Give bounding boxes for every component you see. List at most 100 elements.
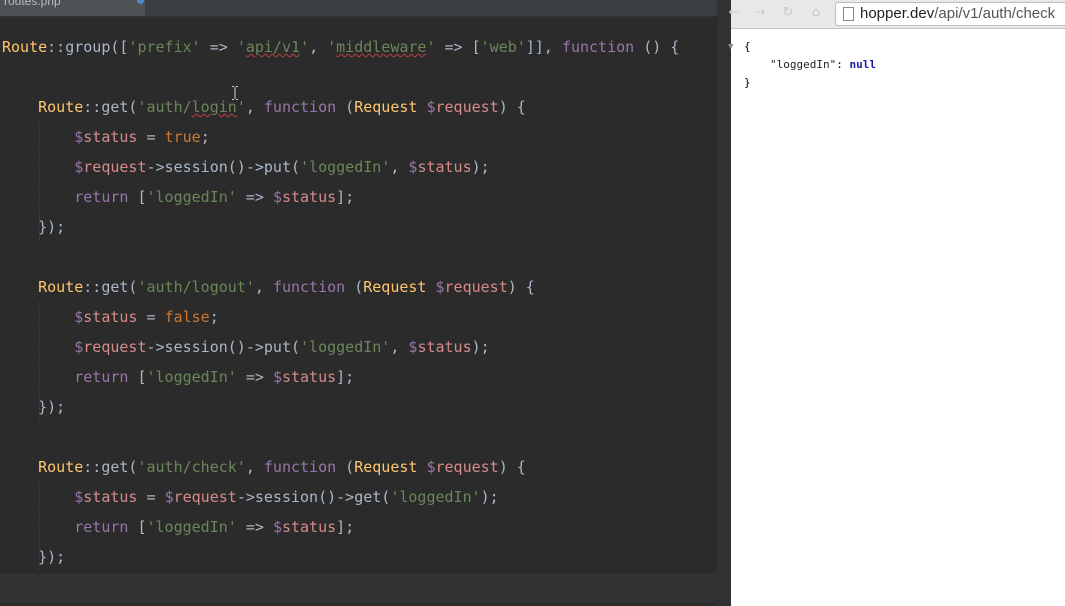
code-token: ' (327, 38, 337, 56)
code-token: , (390, 158, 409, 176)
code-token: login (191, 98, 237, 116)
code-token: false (164, 308, 210, 326)
code-token: ->session()->put( (146, 158, 301, 176)
code-token: request (83, 338, 147, 356)
code-token: 'loggedIn' (300, 338, 391, 356)
code-token: ); (471, 338, 490, 356)
code-token: () { (634, 38, 680, 56)
code-line[interactable]: return ['loggedIn' => $status]; (2, 362, 354, 392)
code-token: => (236, 188, 273, 206)
json-open-brace: { (744, 40, 751, 53)
code-token: $ (74, 338, 84, 356)
code-token: = (137, 128, 165, 146)
code-token: ); (471, 158, 490, 176)
code-line[interactable]: $status = true; (2, 122, 210, 152)
code-line[interactable]: Route::get('auth/check', function (Reque… (2, 452, 526, 482)
tab-routes-php[interactable]: routes.php (0, 0, 145, 16)
browser-window: ⇠ ⇢ ↻ ⌂ hopper.dev/api/v1/auth/check ▼ {… (728, 0, 1065, 606)
back-arrow-icon[interactable]: ⇠ (725, 4, 743, 22)
code-token: $ (272, 188, 282, 206)
home-icon[interactable]: ⌂ (807, 4, 825, 22)
code-token: $ (435, 278, 445, 296)
code-line[interactable]: }); (2, 542, 65, 572)
code-token: ' (236, 38, 246, 56)
code-token: 'loggedIn' (146, 368, 237, 386)
browser-toolbar: ⇠ ⇢ ↻ ⌂ hopper.dev/api/v1/auth/check (729, 0, 1065, 29)
code-line[interactable]: }); (2, 392, 65, 422)
code-line[interactable]: $request->session()->put('loggedIn', $st… (2, 332, 490, 362)
code-token: , (254, 278, 273, 296)
editor-tab-bar: routes.php (0, 0, 717, 17)
code-token: [ (128, 518, 147, 536)
code-line[interactable]: $status = $request->session()->get('logg… (2, 482, 499, 512)
code-token: return (74, 188, 129, 206)
code-token: ' (426, 38, 436, 56)
code-token: Route (38, 278, 84, 296)
code-token: return (74, 368, 129, 386)
code-token: $ (74, 158, 84, 176)
code-line[interactable]: Route::get('auth/logout', function (Requ… (2, 272, 535, 302)
code-token: $ (272, 368, 282, 386)
editor-scrollbar[interactable] (717, 0, 731, 606)
code-token: , (245, 458, 264, 476)
reload-icon[interactable]: ↻ (779, 4, 797, 22)
code-line[interactable]: return ['loggedIn' => $status]; (2, 512, 354, 542)
code-token: ]; (336, 518, 355, 536)
code-token: $ (426, 458, 436, 476)
code-token: function (272, 278, 346, 296)
code-token: ]; (336, 368, 355, 386)
url-text[interactable]: hopper.dev/api/v1/auth/check (860, 4, 1055, 24)
code-token: $ (74, 488, 84, 506)
collapse-triangle-icon[interactable]: ▼ (728, 42, 733, 52)
code-token: true (164, 128, 201, 146)
code-token: Route (38, 98, 84, 116)
code-line[interactable]: }); (2, 602, 29, 606)
code-token: ) { (498, 98, 526, 116)
code-token: 'auth/check' (137, 458, 246, 476)
address-bar[interactable]: hopper.dev/api/v1/auth/check (835, 2, 1065, 26)
forward-arrow-icon[interactable]: ⇢ (751, 4, 769, 22)
code-token: }); (2, 548, 66, 566)
code-token: ->session()->get( (236, 488, 391, 506)
code-token: status (83, 488, 138, 506)
code-token: ) { (507, 278, 535, 296)
code-token: = (137, 308, 165, 326)
code-token: 'loggedIn' (300, 158, 391, 176)
code-token: ]; (336, 188, 355, 206)
code-token: return (74, 518, 129, 536)
code-line[interactable]: $status = false; (2, 302, 219, 332)
code-line[interactable]: return ['loggedIn' => $status]; (2, 182, 354, 212)
code-line[interactable]: Route::get('auth/login', function (Reque… (2, 92, 526, 122)
code-line[interactable]: $request->session()->put('loggedIn', $st… (2, 152, 490, 182)
code-token: ); (480, 488, 499, 506)
code-token: 'auth/ (137, 98, 192, 116)
code-token: = (137, 488, 165, 506)
code-token: status (417, 338, 472, 356)
code-token: , (245, 98, 264, 116)
code-token: status (83, 128, 138, 146)
json-colon: : (836, 58, 850, 71)
code-token: => (236, 368, 273, 386)
code-token: 'loggedIn' (146, 518, 237, 536)
code-line[interactable]: }); (2, 212, 65, 242)
code-token: , (309, 38, 328, 56)
code-editor[interactable]: routes.php Route::group(['prefix' => 'ap… (0, 0, 717, 606)
json-key: "loggedIn" (770, 58, 837, 71)
code-token: $ (164, 488, 174, 506)
code-token: function (561, 38, 635, 56)
code-line[interactable]: Route::group(['prefix' => 'api/v1', 'mid… (2, 32, 679, 62)
code-token: Route (2, 38, 48, 56)
code-token: ]], (525, 38, 562, 56)
code-token: ' (300, 38, 310, 56)
code-token: ( (345, 278, 364, 296)
code-token: ; (200, 128, 210, 146)
json-close-brace: } (744, 76, 751, 89)
code-token: $ (74, 308, 84, 326)
modified-indicator-icon (137, 0, 144, 4)
